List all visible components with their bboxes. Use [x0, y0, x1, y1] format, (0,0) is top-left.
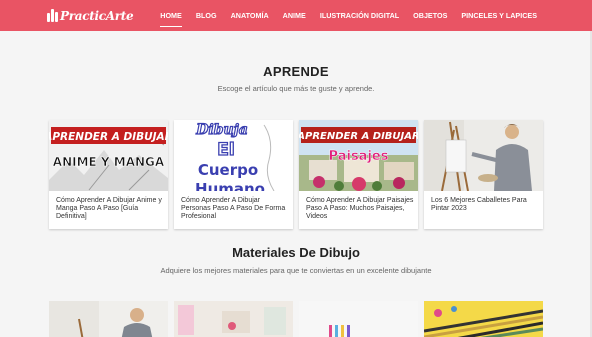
nav-pinceles-lapices[interactable]: PINCELES Y LAPICES — [461, 11, 537, 20]
thumb-label: ANIME Y MANGA — [53, 155, 165, 169]
article-title[interactable]: Cómo Aprender A Dibujar Anime y Manga Pa… — [56, 197, 164, 221]
thumb-label: Cuerpo — [198, 161, 258, 179]
article-title[interactable]: Cómo Aprender A Dibujar Paisajes Paso A … — [306, 197, 414, 221]
materials-title: Materiales De Dibujo — [232, 245, 360, 260]
article-grid: APRENDER A DIBUJAR ANIME Y MANGA Cómo Ap… — [49, 120, 543, 230]
nav-objetos[interactable]: OBJETOS — [413, 11, 447, 20]
page: PracticArte HOME BLOG ANATOMÍA ANIME ILU… — [0, 0, 592, 337]
material-card[interactable] — [174, 301, 293, 337]
thumb-label: Paisajes — [329, 149, 389, 164]
material-card[interactable] — [299, 301, 418, 337]
material-card[interactable] — [424, 301, 543, 337]
learn-title: APRENDE — [263, 64, 329, 79]
article-title[interactable]: Cómo Aprender A Dibujar Personas Paso A … — [181, 197, 289, 221]
article-thumbnail: APRENDER A DIBUJAR ANIME Y MANGA — [49, 120, 168, 191]
article-card-paisajes[interactable]: APRENDER A DIBUJAR Paisajes Cómo Aprende… — [299, 120, 418, 229]
main-nav: HOME BLOG ANATOMÍA ANIME ILUSTRACIÓN DIG… — [160, 0, 537, 31]
article-card-caballetes[interactable]: Los 6 Mejores Caballetes Para Pintar 202… — [424, 120, 543, 229]
article-thumbnail: APRENDER A DIBUJAR Paisajes — [299, 120, 418, 191]
thumb-label: APRENDER A DIBUJAR — [49, 131, 168, 143]
materials-subtitle: Adquiere los mejores materiales para que… — [160, 266, 432, 275]
materials-grid — [49, 301, 543, 337]
top-navbar: PracticArte HOME BLOG ANATOMÍA ANIME ILU… — [0, 0, 592, 31]
nav-ilustracion-digital[interactable]: ILUSTRACIÓN DIGITAL — [320, 11, 399, 20]
thumb-label: Humano — [195, 180, 265, 191]
thumb-label: Dibuja — [195, 122, 248, 138]
article-card-personas[interactable]: Dibuja El Cuerpo Humano Cómo Aprender A … — [174, 120, 293, 229]
learn-subtitle: Escoge el artículo que más te guste y ap… — [217, 84, 375, 93]
nav-anime[interactable]: ANIME — [283, 11, 306, 20]
article-thumbnail: Dibuja El Cuerpo Humano — [174, 120, 293, 191]
site-logo[interactable]: PracticArte — [47, 7, 134, 24]
material-card[interactable] — [49, 301, 168, 337]
article-card-anime[interactable]: APRENDER A DIBUJAR ANIME Y MANGA Cómo Ap… — [49, 120, 168, 229]
nav-home[interactable]: HOME — [160, 11, 182, 27]
thumb-label: APRENDER A DIBUJAR — [299, 131, 418, 142]
nav-blog[interactable]: BLOG — [196, 11, 217, 20]
article-title[interactable]: Los 6 Mejores Caballetes Para Pintar 202… — [431, 197, 539, 213]
brand-name: PracticArte — [60, 8, 134, 23]
nav-anatomia[interactable]: ANATOMÍA — [231, 11, 269, 20]
thumb-label: El — [217, 140, 234, 160]
article-thumbnail — [424, 120, 543, 191]
brushes-icon — [47, 9, 58, 22]
